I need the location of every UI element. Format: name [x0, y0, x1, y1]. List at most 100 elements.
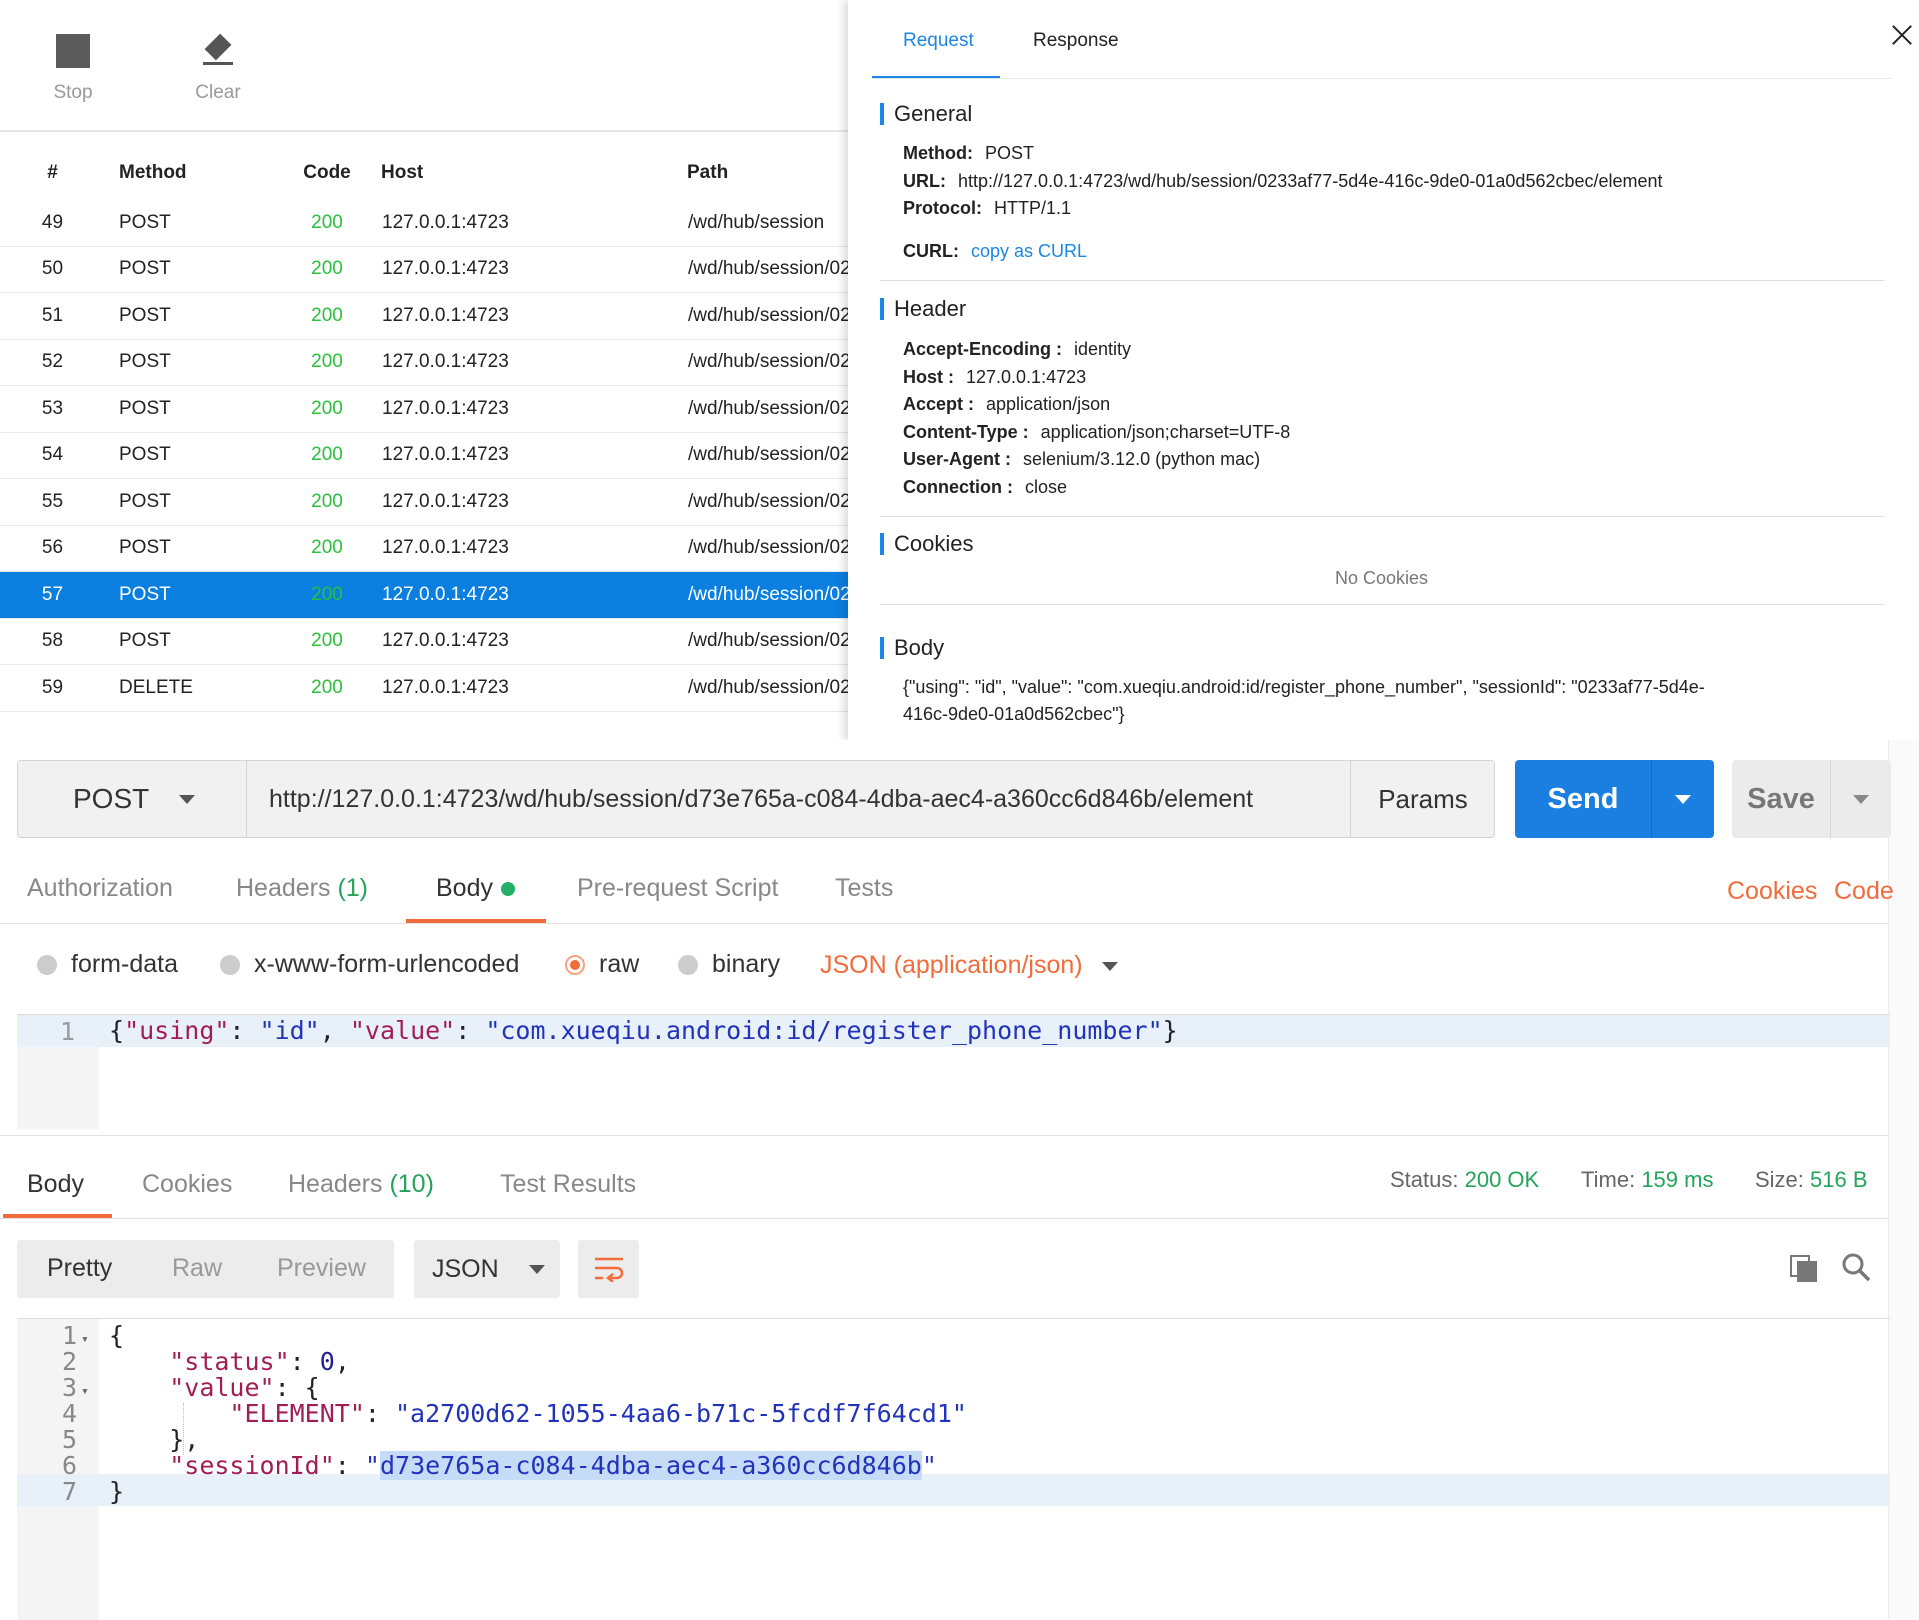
- row-code: 200: [273, 478, 381, 526]
- row-host: 127.0.0.1:4723: [381, 525, 687, 572]
- table-row[interactable]: 54 POST 200 127.0.0.1:4723/wd/hub/session/0…: [0, 432, 848, 479]
- row-number: 55: [0, 478, 105, 526]
- table-row[interactable]: 56 POST 200 127.0.0.1:4723/wd/hub/session/0…: [0, 525, 848, 572]
- code-token: "value": [349, 1016, 456, 1045]
- method-select[interactable]: POST: [18, 761, 246, 837]
- row-path: /wd/hub/session/02: [687, 478, 848, 526]
- code-line: "value": {: [109, 1373, 320, 1402]
- section-title-general: General: [880, 103, 972, 125]
- copy-curl-link[interactable]: copy as CURL: [971, 241, 1087, 261]
- column-header-number[interactable]: #: [0, 146, 105, 200]
- table-row[interactable]: 51 POST 200 127.0.0.1:4723/wd/hub/session/0…: [0, 292, 848, 340]
- code-link[interactable]: Code: [1834, 877, 1894, 906]
- request-url-bar: POST Params: [17, 760, 1495, 838]
- radio-urlencoded[interactable]: x-www-form-urlencoded: [220, 950, 519, 979]
- status-label: Status:: [1390, 1167, 1459, 1192]
- search-icon[interactable]: [1841, 1252, 1871, 1282]
- response-tab-headers[interactable]: Headers (10): [288, 1170, 434, 1199]
- curl-label: CURL:: [903, 241, 959, 261]
- table-row[interactable]: 49 POST 200 127.0.0.1:4723/wd/hub/session: [0, 200, 848, 247]
- general-curl: CURL: copy as CURL: [903, 241, 1087, 262]
- response-tab-test-results[interactable]: Test Results: [500, 1170, 636, 1199]
- row-path: /wd/hub/session/02: [687, 339, 848, 386]
- wrap-lines-button[interactable]: [578, 1240, 639, 1298]
- radio-binary[interactable]: binary: [678, 950, 780, 979]
- line-number: 1: [59, 1017, 75, 1046]
- headers-count: (1): [337, 874, 369, 902]
- view-preview-button[interactable]: Preview: [277, 1254, 366, 1283]
- line-number: 7: [61, 1477, 77, 1506]
- code-token: :: [455, 1016, 486, 1045]
- params-button[interactable]: Params: [1352, 761, 1494, 837]
- header-value: 127.0.0.1:4723: [966, 367, 1087, 387]
- row-number: 51: [0, 292, 105, 340]
- header-item: Content-Type : application/json;charset=U…: [903, 422, 1290, 443]
- save-button[interactable]: Save: [1732, 760, 1830, 838]
- tab-body[interactable]: Body: [436, 874, 515, 903]
- clear-button[interactable]: Clear: [158, 34, 278, 104]
- tab-request[interactable]: Request: [903, 30, 974, 52]
- response-tab-cookies[interactable]: Cookies: [142, 1170, 232, 1199]
- stop-button[interactable]: Stop: [13, 34, 133, 104]
- send-button[interactable]: Send: [1515, 760, 1651, 838]
- row-path: /wd/hub/session/02: [687, 571, 848, 619]
- header-item: Accept-Encoding : identity: [903, 339, 1131, 360]
- close-icon[interactable]: [1890, 22, 1914, 46]
- view-pretty-button[interactable]: Pretty: [47, 1254, 112, 1283]
- code-token: "id": [259, 1016, 320, 1045]
- fold-caret-icon[interactable]: ▾: [81, 1384, 89, 1399]
- stop-label: Stop: [53, 82, 93, 103]
- stop-icon: [56, 34, 90, 68]
- tab-tests[interactable]: Tests: [835, 874, 893, 903]
- request-body-editor[interactable]: 1 {"using": "id", "value": "com.xueqiu.a…: [17, 1014, 1890, 1129]
- response-tab-body[interactable]: Body: [27, 1170, 84, 1199]
- row-host: 127.0.0.1:4723: [381, 478, 687, 526]
- url-input[interactable]: [246, 761, 1351, 837]
- column-header-host[interactable]: Host: [381, 146, 687, 200]
- toolbar-divider: [0, 130, 848, 132]
- column-header-path[interactable]: Path: [687, 146, 848, 200]
- chevron-down-icon[interactable]: [1102, 962, 1118, 971]
- general-protocol: Protocol: HTTP/1.1: [903, 198, 1071, 219]
- send-options-button[interactable]: [1651, 760, 1714, 838]
- tab-headers-label: Headers: [236, 874, 331, 902]
- tab-authorization[interactable]: Authorization: [27, 874, 173, 903]
- table-row[interactable]: 58 POST 200 127.0.0.1:4723/wd/hub/session/0…: [0, 618, 848, 665]
- table-row[interactable]: 53 POST 200 127.0.0.1:4723/wd/hub/session/0…: [0, 385, 848, 433]
- row-path: /wd/hub/session/02: [687, 432, 848, 479]
- tab-pre-request-script[interactable]: Pre-request Script: [577, 874, 778, 903]
- table-row[interactable]: 59 DELETE 200 127.0.0.1:4723/wd/hub/session…: [0, 664, 848, 712]
- radio-raw[interactable]: raw: [565, 950, 639, 979]
- row-host: 127.0.0.1:4723: [381, 618, 687, 665]
- view-raw-button[interactable]: Raw: [172, 1254, 222, 1283]
- radio-form-data[interactable]: form-data: [37, 950, 178, 979]
- column-header-code[interactable]: Code: [273, 146, 381, 200]
- table-row[interactable]: 50 POST 200 127.0.0.1:4723/wd/hub/session/0…: [0, 246, 848, 293]
- row-host: 127.0.0.1:4723: [381, 339, 687, 386]
- format-select[interactable]: JSON: [414, 1240, 560, 1298]
- radio-binary-label: binary: [712, 950, 781, 978]
- table-row[interactable]: 52 POST 200 127.0.0.1:4723/wd/hub/session/0…: [0, 339, 848, 386]
- method-value: POST: [984, 143, 1034, 163]
- column-header-method[interactable]: Method: [105, 146, 273, 200]
- code-token: :: [364, 1399, 395, 1428]
- content-type-select[interactable]: JSON (application/json): [820, 951, 1083, 980]
- save-options-button[interactable]: [1830, 760, 1891, 838]
- response-body-viewer[interactable]: 1 2 3 4 5 6 7 ▾ ▾ { "status": 0, "value"…: [17, 1318, 1890, 1620]
- header-value: selenium/3.12.0 (python mac): [1023, 449, 1261, 469]
- code-line: {: [109, 1321, 124, 1350]
- cookies-link[interactable]: Cookies: [1727, 877, 1817, 906]
- general-method: Method: POST: [903, 143, 1034, 164]
- table-row[interactable]: 57 POST 200 127.0.0.1:4723/wd/hub/session/0…: [0, 571, 848, 619]
- tab-headers[interactable]: Headers (1): [236, 874, 368, 903]
- row-code: 200: [273, 571, 381, 619]
- response-time: Time: 159 ms: [1581, 1167, 1713, 1193]
- chevron-down-icon: [528, 1264, 545, 1274]
- code-token: ,: [319, 1016, 350, 1045]
- header-value: close: [1025, 477, 1068, 497]
- table-row[interactable]: 55 POST 200 127.0.0.1:4723/wd/hub/session/0…: [0, 478, 848, 526]
- fold-caret-icon[interactable]: ▾: [81, 1332, 89, 1347]
- row-host: 127.0.0.1:4723: [381, 432, 687, 479]
- tab-response[interactable]: Response: [1033, 30, 1119, 52]
- copy-icon[interactable]: [1790, 1255, 1818, 1283]
